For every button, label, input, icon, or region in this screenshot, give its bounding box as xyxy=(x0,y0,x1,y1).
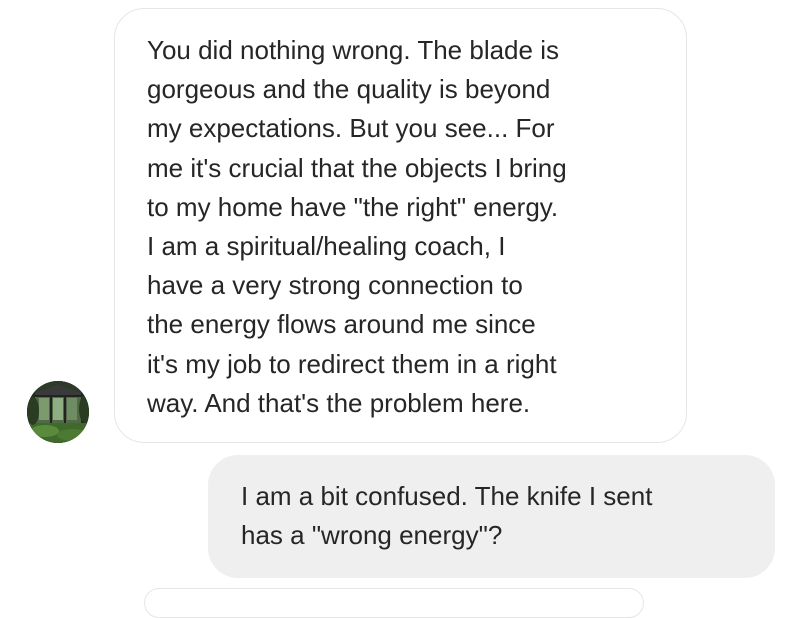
outgoing-message-bubble[interactable]: I am a bit confused. The knife I sent ha… xyxy=(208,455,775,578)
avatar-photo-icon xyxy=(27,381,89,443)
incoming-message-bubble[interactable]: You did nothing wrong. The blade is gorg… xyxy=(114,8,687,443)
message-thread: You did nothing wrong. The blade is gorg… xyxy=(0,0,800,618)
contact-avatar[interactable] xyxy=(27,381,89,443)
